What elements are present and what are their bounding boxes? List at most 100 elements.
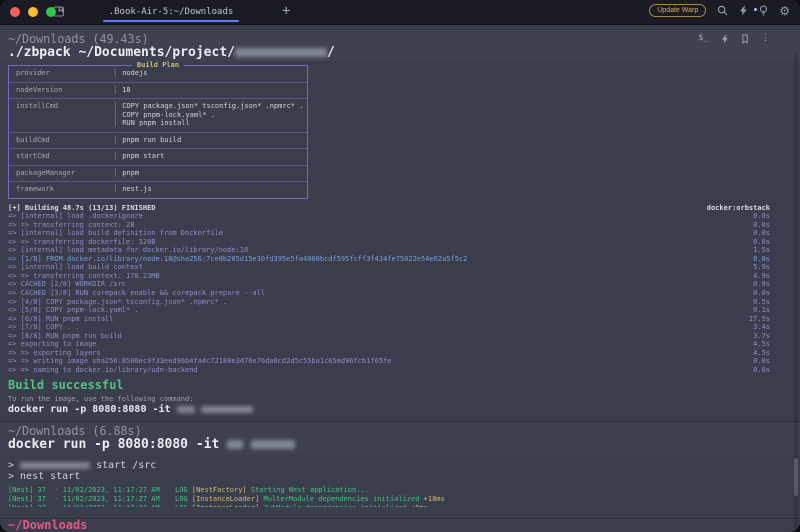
log-text: => [internal] load .dockerignore	[8, 212, 143, 221]
build-plan-value-text: nodejs	[117, 69, 147, 77]
close-window-button[interactable]	[10, 7, 20, 17]
build-plan-row: installCmd│COPY package.json* tsconfig.j…	[9, 98, 307, 132]
log-duration: 1.5s	[753, 246, 770, 255]
nest-log-message: Starting Nest application...	[251, 486, 369, 494]
warp-terminal-window: .Book-Air-5:~/Downloads + Update Warp	[0, 0, 800, 532]
nest-log-output: [Nest] 37 - 11/02/2023, 11:17:27 AMLOG […	[8, 486, 770, 507]
nest-log-prefix: [Nest] 37 - 11/02/2023, 11:17:27 AM	[8, 504, 175, 508]
log-duration: 0.0s	[753, 238, 770, 247]
log-text: => => transferring context: 2B	[8, 221, 134, 230]
log-text: => [internal] load build definition from…	[8, 229, 223, 238]
nest-log-context: [InstanceLoader]	[192, 495, 264, 503]
tab-downloads[interactable]: .Book-Air-5:~/Downloads	[103, 0, 239, 23]
build-plan-row: nodeVersion│18	[9, 82, 307, 99]
bookmark-block-icon[interactable]	[741, 34, 749, 44]
nest-log-prefix: [Nest] 37 - 11/02/2023, 11:17:27 AM	[8, 495, 175, 504]
ai-lightning-icon[interactable]	[739, 5, 748, 16]
docker-log-line: => [internal] load build definition from…	[8, 229, 770, 238]
log-duration: 3.4s	[753, 323, 770, 332]
log-duration: 0.0s	[753, 357, 770, 366]
log-duration: 0.0s	[753, 366, 770, 375]
build-plan-value-text: nest.js	[117, 185, 152, 193]
log-text: => [internal] load build context	[8, 263, 143, 272]
log-duration: 5.9s	[753, 263, 770, 272]
block1-context: ~/Downloads (49.43s)	[8, 32, 149, 46]
docker-log-line: => => transferring dockerfile: 320B0.0s	[8, 238, 770, 247]
nest-start-line: > nest start	[8, 471, 770, 482]
build-plan-key: packageManager	[9, 166, 113, 182]
notifications-bulb-icon[interactable]	[759, 5, 768, 16]
nest-log-duration: +0ms	[407, 504, 428, 508]
build-plan-value-line: │COPY package.json* tsconfig.json* .npmr…	[113, 102, 303, 111]
log-duration: 0.1s	[753, 306, 770, 315]
docker-log-line: => [5/8] COPY pnpm-lock.yaml* . 0.1s	[8, 306, 770, 315]
nest-log-prefix: [Nest] 37 - 11/02/2023, 11:17:27 AM	[8, 486, 175, 495]
builder-name: docker:orbstack	[707, 204, 770, 213]
notification-dot	[754, 8, 757, 11]
build-plan-value-line: │18	[113, 86, 131, 95]
docker-log-line: => => transferring context: 2B 0.0s	[8, 221, 770, 230]
more-options-icon[interactable]: ⋮	[761, 34, 770, 43]
build-plan-key: startCmd	[9, 149, 113, 165]
build-plan-value-text: pnpm run build	[117, 136, 181, 144]
docker-log-line: => [4/8] COPY package.json* tsconfig.jso…	[8, 298, 770, 307]
build-plan-row: startCmd│pnpm start	[9, 148, 307, 165]
log-text: => [6/8] RUN pnpm install	[8, 315, 113, 324]
build-plan-value-line: │pnpm run build	[113, 136, 181, 145]
build-plan-value-line: │nodejs	[113, 69, 148, 78]
active-tab-indicator	[103, 20, 239, 22]
nest-log-context: [InstanceLoader]	[192, 504, 264, 508]
bookmarks-panel-icon[interactable]	[52, 5, 65, 18]
build-plan-value-text: RUN pnpm install	[117, 119, 189, 127]
nest-log-level: LOG	[175, 486, 192, 494]
nest-log-line: [Nest] 37 - 11/02/2023, 11:17:27 AMLOG […	[8, 486, 770, 495]
docker-log-line: => [internal] load metadata for docker.i…	[8, 246, 770, 255]
search-icon[interactable]	[717, 5, 728, 16]
build-plan-table: Build Plan provider│nodejsnodeVersion│18…	[8, 65, 308, 199]
log-text: => => naming to docker.io/library/udn-ba…	[8, 366, 198, 375]
build-plan-value-text: pnpm	[117, 169, 139, 177]
log-text: => [5/8] COPY pnpm-lock.yaml* .	[8, 306, 139, 315]
command-block-1: ~/Downloads (49.43s) $_ ⋮ ./zbpack ~/Doc…	[0, 30, 800, 61]
build-plan-key: nodeVersion	[9, 83, 113, 99]
redacted-project-path	[235, 48, 327, 57]
log-text: => CACHED [2/8] WORKDIR /src	[8, 280, 126, 289]
settings-gear-icon[interactable]: ⚙	[779, 5, 790, 17]
build-plan-value: │18	[113, 83, 131, 99]
log-text: => [7/8] COPY . .	[8, 323, 80, 332]
nest-log-context: [NestFactory]	[192, 486, 251, 494]
docker-log-line: => [internal] load .dockerignore 0.0s	[8, 212, 770, 221]
log-duration: 0.0s	[753, 221, 770, 230]
build-plan-value-line: │pnpm start	[113, 152, 164, 161]
log-duration: 0.0s	[753, 212, 770, 221]
scrollbar-thumb[interactable]	[794, 458, 798, 496]
new-tab-button[interactable]: +	[276, 2, 296, 20]
update-warp-button[interactable]: Update Warp	[649, 4, 706, 17]
build-plan-value-text: COPY pnpm-lock.yaml* .	[117, 111, 215, 119]
tab-bar: .Book-Air-5:~/Downloads + Update Warp	[0, 0, 800, 25]
log-text: => => exporting layers	[8, 349, 101, 358]
nest-log-level: LOG	[175, 504, 192, 508]
build-plan-value: │pnpm start	[113, 149, 164, 165]
scrollbar-track[interactable]	[794, 53, 798, 532]
log-text: => [internal] load metadata for docker.i…	[8, 246, 248, 255]
block2-context: ~/Downloads (6.88s)	[8, 424, 141, 438]
open-terminal-icon[interactable]: $_	[698, 34, 709, 43]
minimize-window-button[interactable]	[28, 7, 38, 17]
docker-run-command: docker run -p 8080:8080 -it	[8, 437, 770, 453]
zbpack-command: ./zbpack ~/Documents/project//	[8, 45, 770, 61]
redacted-image-name	[251, 440, 295, 449]
log-duration: 4.9s	[753, 272, 770, 281]
ai-command-icon[interactable]	[721, 34, 729, 44]
build-status: Build successful	[8, 379, 770, 392]
titlebar-actions: Update Warp ⚙	[649, 4, 790, 17]
build-plan-value-line: │RUN pnpm install	[113, 119, 303, 128]
npm-start-line: > start /src	[8, 460, 770, 471]
build-plan-row: packageManager│pnpm	[9, 165, 307, 182]
terminal-content: ~/Downloads (49.43s) $_ ⋮ ./zbpack ~/Doc…	[0, 25, 800, 532]
docker-log-line: => [1/8] FROM docker.io/library/node:18@…	[8, 255, 770, 264]
log-text: => => transferring context: 170.23MB	[8, 272, 160, 281]
docker-log-lines: => [internal] load .dockerignore0.0s=> =…	[8, 212, 770, 374]
log-text: => CACHED [3/8] RUN corepack enable && c…	[8, 289, 265, 298]
build-plan-key: framework	[9, 182, 113, 198]
